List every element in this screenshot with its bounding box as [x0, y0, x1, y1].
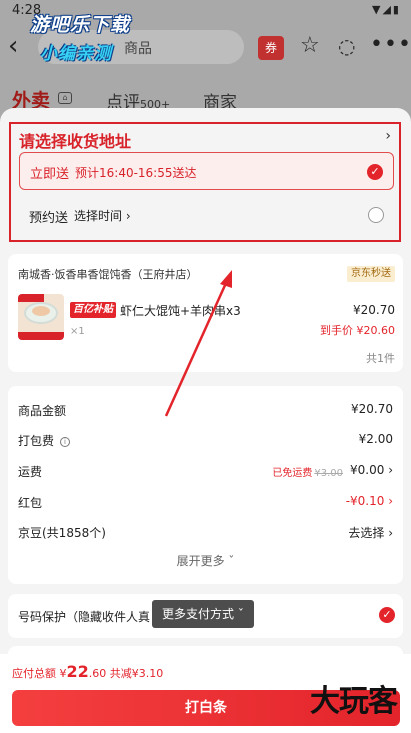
- fee-label: 京豆(共1858个): [18, 526, 106, 540]
- checkout-footer: 应付总额 ¥22.60 共减¥3.10 打白条 大玩客: [0, 654, 411, 733]
- fee-row-packing: 打包费 i ¥2.00: [18, 430, 393, 450]
- tab-badge-icon: ⌂: [58, 92, 72, 104]
- chat-icon[interactable]: ◌: [338, 34, 362, 58]
- discount-amount: 共减¥3.10: [109, 667, 164, 680]
- delivery-tag: 京东秒送: [347, 266, 395, 282]
- fee-row-goods: 商品金额 ¥20.70: [18, 400, 393, 420]
- expand-more-button[interactable]: 展开更多 ˇ: [8, 552, 403, 569]
- checked-circle-icon[interactable]: ✓: [367, 164, 383, 180]
- favorite-star-icon[interactable]: ☆: [300, 34, 324, 58]
- fee-value: ¥2.00: [358, 432, 393, 446]
- instant-label: 立即送: [30, 167, 70, 182]
- checkout-sheet: 请选择收货地址 › 立即送 预计16:40-16:55送达 ✓ 预约送 选择时间…: [0, 108, 411, 733]
- fee-row-redpacket[interactable]: 红包 -¥0.10 ›: [18, 492, 393, 512]
- item-count: 共1件: [366, 352, 395, 365]
- select-time-link[interactable]: 选择时间 ›: [74, 207, 131, 224]
- unchecked-circle-icon[interactable]: [368, 207, 384, 223]
- info-icon[interactable]: i: [60, 437, 71, 447]
- fee-value: -¥0.10 ›: [345, 494, 393, 508]
- product-name: 虾仁大馄饨+羊肉串x3: [120, 304, 241, 318]
- fee-card: 商品金额 ¥20.70 打包费 i ¥2.00 运费 已免运费 ¥3.00 ¥0.0…: [8, 386, 403, 584]
- more-payment-methods-button[interactable]: 更多支付方式 ˇ: [152, 600, 254, 628]
- product-quantity: ×1: [70, 326, 85, 337]
- shipping-hint: 已免运费 ¥3.00: [272, 468, 343, 479]
- fee-value: 去选择 ›: [348, 526, 393, 540]
- scheduled-label: 预约送: [29, 211, 69, 226]
- delivery-option-scheduled[interactable]: 预约送 选择时间 ›: [19, 196, 394, 234]
- store-name[interactable]: 南城香·饭香串香馄饨香（王府井店）: [18, 266, 198, 282]
- total-integer: 22: [66, 662, 89, 681]
- instant-eta: 预计16:40-16:55送达: [75, 166, 197, 180]
- status-icons: ▼◢▮: [372, 3, 401, 16]
- watermark-logo: 游吧乐下载 小编亲测: [30, 10, 142, 64]
- checked-circle-icon[interactable]: ✓: [379, 607, 395, 623]
- coupon-button[interactable]: 券: [258, 36, 284, 60]
- fee-row-jingdou[interactable]: 京豆(共1858个) 去选择 ›: [18, 522, 393, 542]
- total-decimal: .60: [88, 667, 107, 680]
- fee-label: 运费: [18, 465, 43, 479]
- watermark-logo-bottom: 大玩客: [310, 684, 398, 719]
- product-price: ¥20.70: [353, 303, 395, 317]
- fee-label: 红包: [18, 496, 43, 510]
- fee-row-shipping[interactable]: 运费 已免运费 ¥3.00 ¥0.00 ›: [18, 461, 393, 481]
- watermark-logo-line1: 游吧乐下载: [30, 14, 131, 36]
- watermark-logo-line2: 小编亲测: [40, 44, 112, 64]
- select-address-link[interactable]: 请选择收货地址: [19, 128, 131, 152]
- chevron-right-icon[interactable]: ›: [385, 128, 391, 144]
- phone-protection-label: 号码保护（隐藏收件人真: [18, 610, 151, 624]
- fee-value: ¥0.00 ›: [350, 463, 393, 477]
- address-section: 请选择收货地址 › 立即送 预计16:40-16:55送达 ✓ 预约送 选择时间…: [9, 122, 401, 242]
- delivery-option-instant[interactable]: 立即送 预计16:40-16:55送达 ✓: [19, 152, 394, 190]
- product-image[interactable]: [18, 294, 64, 340]
- product-final-price: 到手价 ¥20.60: [320, 324, 395, 337]
- more-dots-icon[interactable]: •••: [370, 34, 411, 58]
- fee-value: ¥20.70: [351, 402, 393, 416]
- fee-label: 商品金额: [18, 404, 67, 418]
- total-prefix: 应付总额 ¥: [12, 667, 67, 680]
- total-amount: 应付总额 ¥22.60 共减¥3.10: [12, 662, 163, 681]
- subsidy-badge: 百亿补贴: [70, 302, 116, 318]
- store-card: 南城香·饭香串香馄饨香（王府井店） 京东秒送 百亿补贴 虾仁大馄饨+羊肉串x3 …: [8, 254, 403, 372]
- original-shipping: ¥3.00: [314, 468, 343, 479]
- fee-label: 打包费 i: [18, 432, 71, 449]
